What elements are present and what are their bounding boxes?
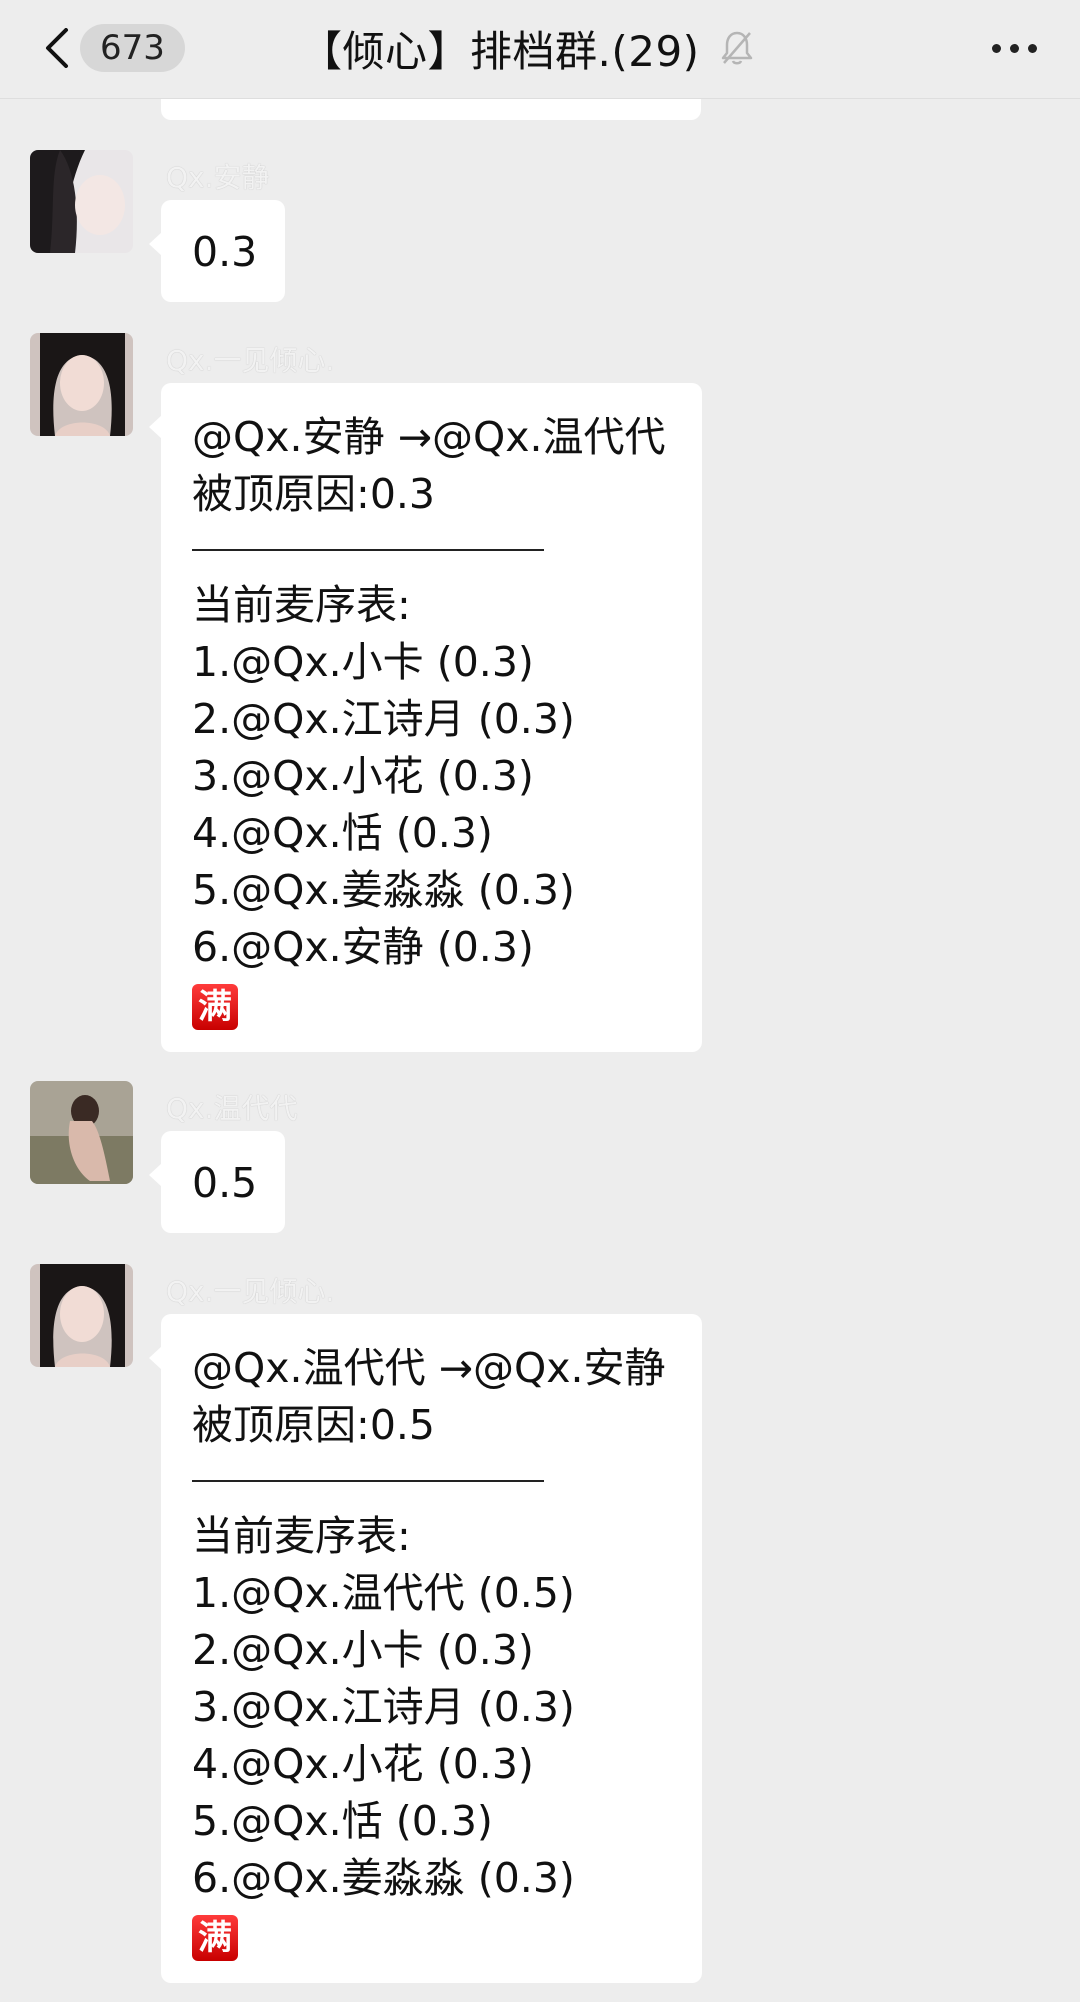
- message-text: 0.3: [192, 228, 258, 276]
- list-item: 3.@Qx.江诗月 (0.3): [192, 1683, 575, 1731]
- chevron-left-icon: [46, 28, 68, 68]
- divider: [192, 1480, 544, 1482]
- message-text: 0.5: [192, 1159, 258, 1207]
- message-bubble[interactable]: 0.5: [149, 1131, 285, 1233]
- avatar[interactable]: [30, 150, 133, 253]
- list-item: 5.@Qx.姜淼淼 (0.3): [192, 866, 575, 914]
- sender-name: Qx.温代代: [166, 1092, 298, 1125]
- bell-off-icon: [721, 31, 752, 65]
- title-group[interactable]: 【倾心】排档群.(29): [300, 18, 800, 78]
- message-bubble[interactable]: 0.3: [149, 200, 285, 302]
- message-text: @Qx.温代代 →@Qx.安静: [192, 1344, 666, 1392]
- message-text: @Qx.安静 →@Qx.温代代: [192, 413, 666, 461]
- sender-name: Qx.一见倾心.: [166, 344, 335, 377]
- message-bubble[interactable]: @Qx.温代代 →@Qx.安静 被顶原因:0.5 当前麦序表: 1.@Qx.温代…: [149, 1314, 702, 1983]
- list-item: 1.@Qx.小卡 (0.3): [192, 638, 534, 686]
- top-bar: 673 【倾心】排档群.(29): [0, 0, 1080, 99]
- list-item: 2.@Qx.江诗月 (0.3): [192, 695, 575, 743]
- sender-name: Qx.安静: [166, 161, 270, 194]
- message-text: 被顶原因:0.3: [192, 470, 436, 518]
- list-item: 3.@Qx.小花 (0.3): [192, 752, 534, 800]
- avatar[interactable]: [30, 1264, 133, 1367]
- list-item: 4.@Qx.恬 (0.3): [192, 809, 493, 857]
- message-list[interactable]: Qx.安静 0.3 Qx.一见倾心. @Qx.安静 →@Qx.温代代 被顶原因:…: [0, 0, 1080, 2002]
- list-item: 5.@Qx.恬 (0.3): [192, 1797, 493, 1845]
- divider: [192, 549, 544, 551]
- page-title: 【倾心】排档群.(29): [300, 26, 700, 76]
- sender-name: Qx.一见倾心.: [166, 1275, 335, 1308]
- full-emoji-icon: 满: [192, 1915, 238, 1961]
- avatar[interactable]: [30, 333, 133, 436]
- list-title: 当前麦序表:: [192, 1512, 411, 1560]
- message-text: 被顶原因:0.5: [192, 1401, 436, 1449]
- list-item: 2.@Qx.小卡 (0.3): [192, 1626, 534, 1674]
- list-item: 6.@Qx.姜淼淼 (0.3): [192, 1854, 575, 1902]
- back-button[interactable]: 673: [30, 18, 185, 78]
- message-bubble[interactable]: @Qx.安静 →@Qx.温代代 被顶原因:0.3 当前麦序表: 1.@Qx.小卡…: [149, 383, 702, 1052]
- more-dots-icon[interactable]: [980, 22, 1050, 72]
- chat-screen: Qx.安静 0.3 Qx.一见倾心. @Qx.安静 →@Qx.温代代 被顶原因:…: [0, 0, 1080, 2002]
- list-item: 1.@Qx.温代代 (0.5): [192, 1569, 575, 1617]
- list-item: 4.@Qx.小花 (0.3): [192, 1740, 534, 1788]
- avatar[interactable]: [30, 1081, 133, 1184]
- unread-count-badge: 673: [80, 24, 185, 72]
- list-title: 当前麦序表:: [192, 581, 411, 629]
- full-emoji-icon: 满: [192, 984, 238, 1030]
- list-item: 6.@Qx.安静 (0.3): [192, 923, 534, 971]
